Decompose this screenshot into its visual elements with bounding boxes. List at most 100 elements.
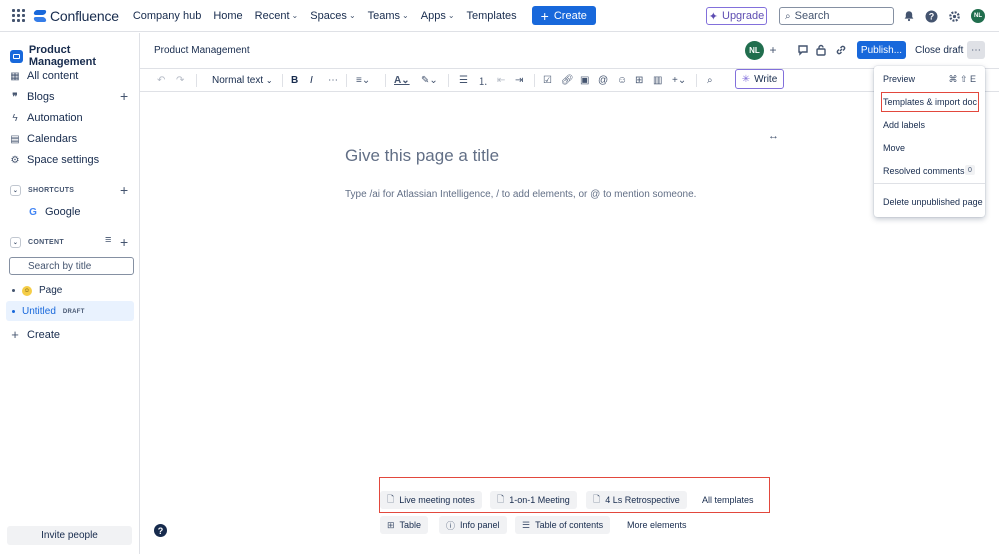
sidebar-item-all-content[interactable]: ▦ All content (10, 70, 78, 82)
menu-item-delete-unpublished[interactable]: Delete unpublished page (883, 197, 983, 207)
page-body-input[interactable]: Type /ai for Atlassian Intelligence, / t… (345, 189, 696, 200)
more-elements-link[interactable]: More elements (627, 520, 687, 530)
page-title-input[interactable]: Give this page a title (345, 146, 499, 166)
nav-templates[interactable]: Templates (467, 10, 517, 22)
search-by-title-input[interactable] (28, 260, 128, 272)
numbered-list-icon[interactable]: ⒈ (478, 74, 488, 88)
comments-icon[interactable] (796, 43, 810, 57)
toolbar-divider (196, 74, 197, 87)
bolt-icon: ϟ (12, 112, 18, 124)
italic-icon[interactable]: I (310, 74, 313, 87)
nav-apps[interactable]: Apps ⌄ (421, 10, 455, 22)
menu-divider (874, 183, 985, 184)
element-info-panel[interactable]: ⓘ Info panel (439, 516, 507, 534)
sidebar-create[interactable]: + Create (10, 327, 60, 342)
more-actions-button[interactable]: ⋯ (967, 41, 985, 59)
global-search[interactable]: ⌕ (779, 7, 894, 25)
table-icon[interactable]: ⊞ (635, 74, 643, 87)
content-search[interactable] (9, 257, 134, 275)
align-icon[interactable]: ≡⌄ (356, 74, 370, 87)
toolbar-divider (385, 74, 386, 87)
emoji-icon[interactable]: ☺ (617, 74, 627, 87)
task-icon[interactable]: ☑ (543, 74, 552, 87)
more-icon: ⋯ (971, 44, 981, 56)
tree-item-page[interactable]: ☺ Page (12, 285, 62, 296)
sidebar-item-calendars[interactable]: ▤ Calendars (10, 133, 77, 145)
nav-teams[interactable]: Teams ⌄ (368, 10, 409, 22)
text-style-dropdown[interactable]: Normal text ⌄ (212, 74, 273, 87)
nav-spaces[interactable]: Spaces ⌄ (310, 10, 355, 22)
nav-recent[interactable]: Recent ⌄ (255, 10, 299, 22)
highlight-icon[interactable]: ✎⌄ (421, 74, 438, 87)
element-table[interactable]: ⊞ Table (380, 516, 429, 534)
tree-item-untitled[interactable]: Untitled DRAFT (12, 306, 85, 317)
sidebar-item-blogs[interactable]: ❞ Blogs (10, 91, 54, 103)
chevron-down-icon: ⌄ (291, 11, 299, 20)
collaborator-avatar[interactable]: NL (745, 41, 764, 60)
layout-icon[interactable]: ▥ (653, 74, 662, 87)
write-ai-button[interactable]: ✳ Write (735, 69, 784, 89)
plus-icon: + (11, 327, 19, 342)
more-actions-menu: Preview ⌘ ⇧ E Templates & import doc Add… (874, 66, 985, 217)
nav-company-hub[interactable]: Company hub (133, 10, 202, 22)
add-shortcut-icon[interactable]: + (120, 183, 128, 197)
upgrade-button[interactable]: ✦ Upgrade (706, 7, 767, 25)
expand-width-icon[interactable]: ↔ (768, 130, 779, 142)
menu-item-preview[interactable]: Preview (883, 74, 915, 84)
gear-icon[interactable] (947, 9, 961, 23)
find-icon[interactable]: ⌕ (707, 74, 713, 87)
add-content-icon[interactable]: + (120, 235, 128, 249)
menu-item-add-labels[interactable]: Add labels (883, 120, 925, 130)
content-section-header[interactable]: ⌄ CONTENT (10, 237, 64, 248)
bell-icon[interactable] (902, 9, 916, 23)
menu-item-resolved-comments[interactable]: Resolved comments (883, 166, 965, 176)
google-icon: G (29, 206, 37, 218)
bullet-icon (12, 310, 15, 313)
confluence-logo[interactable]: Confluence (34, 8, 119, 24)
outdent-icon[interactable]: ⇤ (497, 74, 505, 87)
filter-icon[interactable]: ≡ (105, 235, 111, 246)
insert-icon[interactable]: +⌄ (672, 74, 686, 87)
space-title[interactable]: Product Management (10, 44, 139, 68)
nav-home[interactable]: Home (213, 10, 242, 22)
menu-item-move[interactable]: Move (883, 143, 905, 153)
shortcut-google[interactable]: G Google (28, 206, 80, 218)
link-icon[interactable]: 🔗︎ (561, 74, 574, 87)
sidebar-item-automation[interactable]: ϟ Automation (10, 112, 82, 124)
preview-shortcut: ⌘ ⇧ E (948, 74, 976, 84)
help-icon[interactable]: ? (924, 9, 938, 23)
restrictions-icon[interactable] (814, 43, 828, 57)
element-table-of-contents[interactable]: ☰ Table of contents (515, 516, 611, 534)
create-button[interactable]: + Create (531, 6, 596, 25)
indent-icon[interactable]: ⇥ (515, 74, 523, 87)
breadcrumb[interactable]: Product Management (154, 45, 250, 56)
bold-icon[interactable]: B (291, 74, 298, 87)
redo-icon[interactable]: ↷ (176, 74, 184, 87)
quote-icon: ❞ (12, 91, 18, 103)
invite-people-button[interactable]: Invite people (7, 526, 132, 545)
chevron-down-icon: ⌄ (10, 237, 21, 248)
chevron-down-icon: ⌄ (10, 185, 21, 196)
shortcuts-section-header[interactable]: ⌄ SHORTCUTS (10, 185, 74, 196)
close-draft-button[interactable]: Close draft (915, 45, 963, 56)
all-content-icon: ▦ (10, 70, 20, 82)
sidebar-item-space-settings[interactable]: ⚙ Space settings (10, 154, 100, 166)
user-avatar[interactable]: NL (971, 9, 985, 23)
toolbar-divider (448, 74, 449, 87)
add-blog-icon[interactable]: + (120, 89, 128, 103)
search-input[interactable] (794, 10, 885, 22)
link-icon[interactable] (834, 43, 848, 57)
invite-collaborator-icon[interactable]: + (766, 43, 780, 57)
draft-badge: DRAFT (62, 308, 85, 315)
bullet-list-icon[interactable]: ☰ (459, 74, 468, 87)
chevron-down-icon: ⌄ (447, 11, 455, 20)
more-formatting-icon[interactable]: ⋯ (328, 74, 338, 87)
confluence-logo-icon (34, 10, 46, 22)
app-grid-icon[interactable] (12, 8, 28, 24)
undo-icon[interactable]: ↶ (157, 74, 165, 87)
publish-button[interactable]: Publish... (857, 41, 906, 59)
image-icon[interactable]: ▣ (580, 74, 589, 87)
mention-icon[interactable]: @ (598, 74, 608, 87)
help-icon[interactable]: ? (154, 524, 167, 537)
text-color-icon[interactable]: A⌄ (394, 74, 410, 87)
